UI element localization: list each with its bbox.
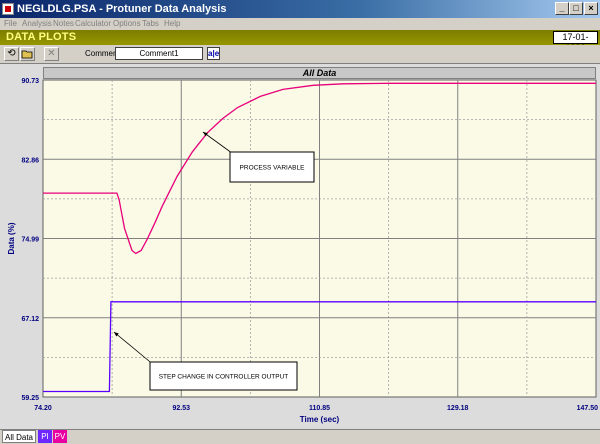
y-axis-label: Data (%) — [7, 222, 16, 254]
bottom-tabs: All Data PI PV — [0, 429, 600, 444]
x-tick-label: 110.85 — [309, 405, 330, 412]
y-tick-label: 67.12 — [21, 316, 39, 323]
co-annotation-text: STEP CHANGE IN CONTROLLER OUTPUT — [159, 374, 289, 381]
tab-all-data[interactable]: All Data — [2, 430, 36, 443]
y-tick-label: 82.86 — [21, 157, 39, 164]
tab-pi[interactable]: PI — [38, 430, 52, 443]
y-tick-label: 59.25 — [21, 395, 39, 402]
chart-svg: 59.25 67.12 74.99 82.86 90.73 74.20 92.53 110.8… — [7, 78, 599, 424]
x-tick-label: 147.50 — [577, 405, 599, 412]
y-tick-label: 74.99 — [21, 237, 39, 244]
y-tick-label: 90.73 — [21, 78, 39, 85]
x-tick-label: 129.18 — [447, 405, 469, 412]
x-axis-label: Time (sec) — [300, 415, 340, 424]
x-tick-label: 92.53 — [172, 405, 190, 412]
pv-annotation-text: PROCESS VARIABLE — [240, 165, 306, 172]
x-tick-label: 74.20 — [34, 405, 52, 412]
tab-pv[interactable]: PV — [53, 430, 67, 443]
